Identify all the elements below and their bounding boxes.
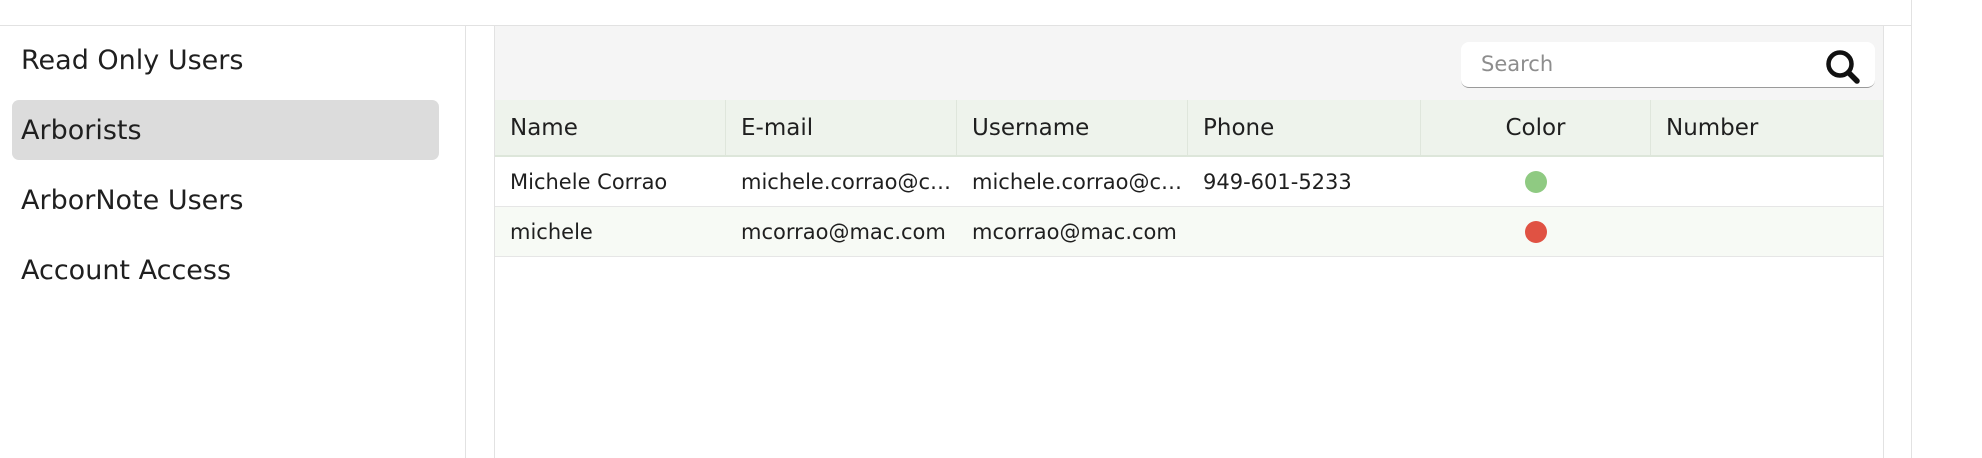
- cell-email: michele.corrao@c…: [741, 169, 952, 194]
- search-icon[interactable]: [1823, 47, 1863, 87]
- search-input[interactable]: [1461, 42, 1811, 86]
- column-header-color[interactable]: Color: [1421, 100, 1651, 155]
- search-box: [1461, 42, 1875, 88]
- users-table: Name E-mail Username Phone Color Number …: [495, 100, 1883, 257]
- cell-username: mcorrao@mac.com: [972, 219, 1177, 244]
- cell-color: [1421, 157, 1651, 206]
- column-header-email[interactable]: E-mail: [726, 100, 957, 155]
- cell-username: michele.corrao@c…: [972, 169, 1183, 194]
- cell-number: [1651, 157, 1883, 206]
- column-header-phone[interactable]: Phone: [1188, 100, 1421, 155]
- cell-phone: [1188, 207, 1421, 256]
- table-header: Name E-mail Username Phone Color Number: [495, 100, 1883, 157]
- app-window: Read Only Users Arborists ArborNote User…: [0, 0, 1982, 458]
- table-row[interactable]: michele mcorrao@mac.com mcorrao@mac.com: [495, 207, 1883, 257]
- sidebar: Read Only Users Arborists ArborNote User…: [0, 26, 466, 458]
- cell-number: [1651, 207, 1883, 256]
- column-header-name[interactable]: Name: [495, 100, 726, 155]
- cell-color: [1421, 207, 1651, 256]
- sidebar-item-label: Arborists: [21, 114, 142, 146]
- sidebar-item-arbornote-users[interactable]: ArborNote Users: [12, 170, 439, 230]
- cell-phone: 949-601-5233: [1203, 169, 1352, 194]
- sidebar-item-account-access[interactable]: Account Access: [12, 240, 439, 300]
- sidebar-item-arborists[interactable]: Arborists: [12, 100, 439, 160]
- sidebar-item-label: Read Only Users: [21, 44, 244, 76]
- sidebar-item-label: ArborNote Users: [21, 184, 244, 216]
- cell-email: mcorrao@mac.com: [741, 219, 946, 244]
- column-header-username[interactable]: Username: [957, 100, 1188, 155]
- users-panel: Name E-mail Username Phone Color Number …: [494, 26, 1884, 458]
- column-header-number[interactable]: Number: [1651, 100, 1883, 155]
- right-divider: [1911, 0, 1912, 458]
- color-dot: [1525, 220, 1547, 243]
- cell-name: michele: [510, 219, 593, 244]
- table-toolbar: [495, 26, 1883, 100]
- sidebar-item-label: Account Access: [21, 254, 232, 286]
- table-row[interactable]: Michele Corrao michele.corrao@c… michele…: [495, 157, 1883, 207]
- sidebar-item-read-only-users[interactable]: Read Only Users: [12, 30, 439, 90]
- color-dot: [1525, 170, 1547, 193]
- cell-name: Michele Corrao: [510, 169, 668, 194]
